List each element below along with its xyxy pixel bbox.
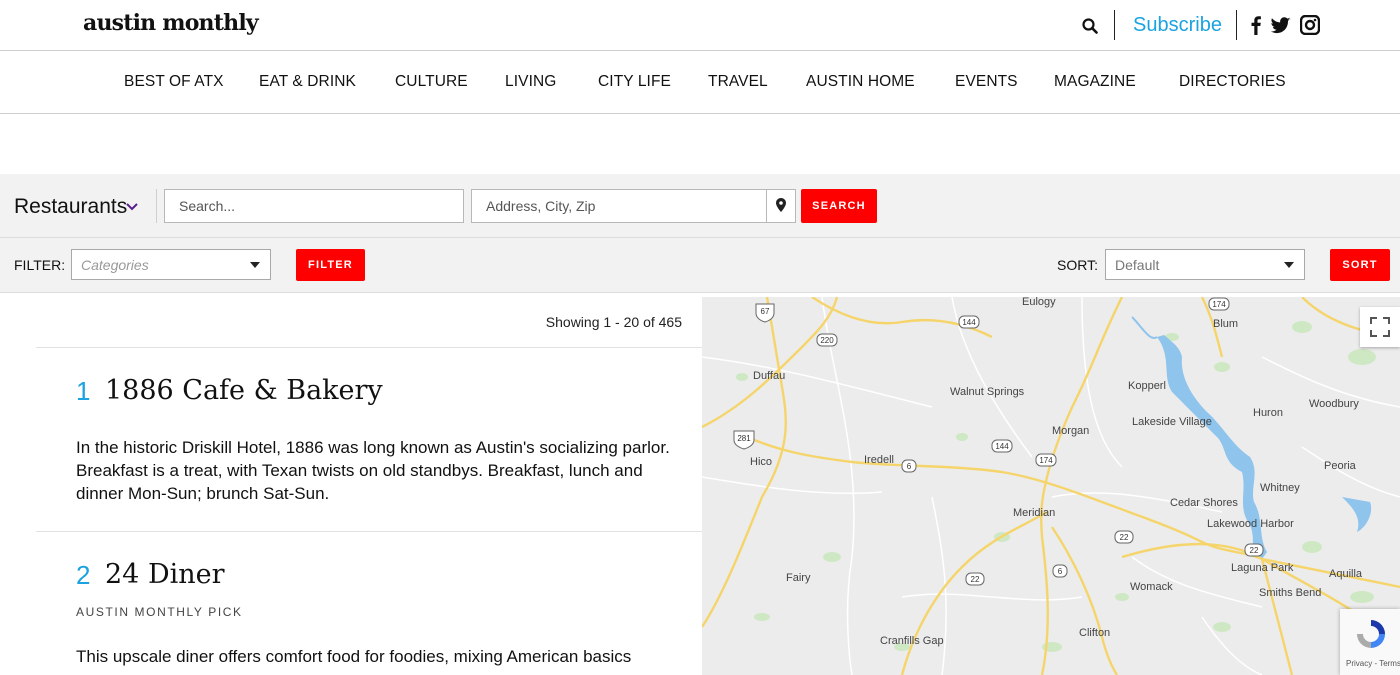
divider	[156, 189, 157, 223]
instagram-icon[interactable]	[1300, 15, 1320, 35]
nav-item-austin-home[interactable]: AUSTIN HOME	[806, 73, 915, 91]
nav-item-city-life[interactable]: CITY LIFE	[598, 73, 671, 91]
result-title[interactable]: 1886 Cafe & Bakery	[105, 375, 383, 406]
results-count: Showing 1 - 20 of 465	[545, 314, 682, 330]
pick-badge: AUSTIN MONTHLY PICK	[76, 605, 243, 619]
result-number: 1	[76, 376, 91, 406]
search-icon[interactable]	[1082, 18, 1098, 34]
caret-down-icon	[250, 262, 260, 268]
svg-text:Fairy: Fairy	[786, 572, 811, 584]
nav-item-best-of-atx[interactable]: BEST OF ATX	[124, 73, 224, 91]
site-logo[interactable]: austin monthly	[83, 10, 259, 36]
svg-text:22: 22	[1250, 546, 1259, 555]
search-button[interactable]: SEARCH	[801, 189, 877, 223]
svg-text:Cedar Shores: Cedar Shores	[1170, 497, 1238, 509]
map-canvas[interactable]: 67 220 144 174 281 144 174 6 22 6 22 22 …	[702, 297, 1400, 675]
nav-item-events[interactable]: EVENTS	[955, 73, 1018, 91]
svg-text:Clifton: Clifton	[1079, 627, 1110, 639]
sort-select[interactable]: Default	[1105, 249, 1305, 280]
nav-item-culture[interactable]: CULTURE	[395, 73, 468, 91]
svg-text:Whitney: Whitney	[1260, 482, 1300, 494]
filter-label: FILTER:	[14, 257, 66, 273]
header-divider	[1114, 10, 1115, 40]
svg-text:Smiths Bend: Smiths Bend	[1259, 587, 1321, 599]
svg-text:144: 144	[995, 442, 1009, 451]
nav-item-eat-drink[interactable]: EAT & DRINK	[259, 73, 356, 91]
svg-text:Meridian: Meridian	[1013, 507, 1055, 519]
sort-label: SORT:	[1057, 257, 1098, 273]
keyword-search-input[interactable]	[164, 189, 464, 223]
svg-text:Aquilla: Aquilla	[1329, 568, 1363, 580]
svg-text:Duffau: Duffau	[753, 370, 785, 382]
location-button[interactable]	[766, 189, 796, 223]
svg-text:Womack: Womack	[1130, 581, 1173, 593]
twitter-icon[interactable]	[1271, 15, 1291, 35]
directory-search-bar: Restaurants SEARCH	[0, 174, 1400, 238]
svg-text:Lakeside Village: Lakeside Village	[1132, 416, 1212, 428]
svg-text:Eulogy: Eulogy	[1022, 297, 1056, 308]
main-nav: BEST OF ATX EAT & DRINK CULTURE LIVING C…	[0, 51, 1400, 114]
header-divider	[1236, 10, 1237, 40]
svg-text:Cranfills Gap: Cranfills Gap	[880, 635, 944, 647]
svg-text:Peoria: Peoria	[1324, 460, 1357, 472]
divider	[36, 347, 702, 348]
map-pin-icon	[776, 198, 786, 212]
svg-text:6: 6	[1058, 567, 1063, 576]
fullscreen-button[interactable]	[1360, 307, 1400, 347]
filter-bar: FILTER: Categories FILTER SORT: Default …	[0, 238, 1400, 293]
sort-button[interactable]: SORT	[1330, 249, 1390, 281]
svg-text:22: 22	[971, 575, 980, 584]
results-list: Showing 1 - 20 of 465 1 1886 Cafe & Bake…	[0, 297, 702, 675]
svg-text:Hico: Hico	[750, 456, 772, 468]
svg-text:220: 220	[820, 336, 834, 345]
caret-down-icon	[1284, 262, 1294, 268]
svg-text:144: 144	[962, 318, 976, 327]
svg-text:281: 281	[737, 434, 751, 443]
svg-text:Lakewood Harbor: Lakewood Harbor	[1207, 518, 1294, 530]
divider	[36, 531, 702, 532]
result-title[interactable]: 24 Diner	[105, 559, 225, 590]
svg-text:174: 174	[1039, 456, 1053, 465]
sort-select-value: Default	[1115, 257, 1160, 273]
facebook-icon[interactable]	[1246, 15, 1266, 35]
svg-text:Iredell: Iredell	[864, 454, 894, 466]
result-number: 2	[76, 560, 91, 590]
svg-text:22: 22	[1120, 533, 1129, 542]
recaptcha-badge[interactable]: Privacy - Terms	[1340, 609, 1400, 675]
svg-text:6: 6	[907, 462, 912, 471]
svg-text:67: 67	[761, 307, 770, 316]
result-description: This upscale diner offers comfort food f…	[76, 647, 632, 666]
address-input[interactable]	[471, 189, 767, 223]
categories-select-value: Categories	[81, 257, 149, 273]
filter-button[interactable]: FILTER	[296, 249, 365, 281]
svg-text:174: 174	[1212, 300, 1226, 309]
svg-text:Woodbury: Woodbury	[1309, 398, 1359, 410]
result-description: In the historic Driskill Hotel, 1886 was…	[76, 438, 670, 503]
categories-select[interactable]: Categories	[71, 249, 271, 280]
top-bar: austin monthly Subscribe	[0, 0, 1400, 51]
nav-item-travel[interactable]: TRAVEL	[708, 73, 768, 91]
svg-text:Kopperl: Kopperl	[1128, 380, 1166, 392]
svg-text:Morgan: Morgan	[1052, 425, 1089, 437]
subscribe-link[interactable]: Subscribe	[1133, 14, 1222, 37]
chevron-down-icon[interactable]	[125, 202, 139, 212]
svg-text:Walnut Springs: Walnut Springs	[950, 386, 1025, 398]
svg-text:Laguna Park: Laguna Park	[1231, 562, 1294, 574]
nav-item-magazine[interactable]: MAGAZINE	[1054, 73, 1136, 91]
recaptcha-links[interactable]: Privacy - Terms	[1346, 659, 1400, 668]
category-dropdown[interactable]: Restaurants	[14, 195, 127, 219]
svg-text:Huron: Huron	[1253, 407, 1283, 419]
nav-item-living[interactable]: LIVING	[505, 73, 556, 91]
fullscreen-icon	[1370, 317, 1390, 337]
nav-item-directories[interactable]: DIRECTORIES	[1179, 73, 1286, 91]
svg-text:Blum: Blum	[1213, 318, 1238, 330]
recaptcha-icon	[1357, 620, 1385, 648]
results-map[interactable]: 67 220 144 174 281 144 174 6 22 6 22 22 …	[702, 297, 1400, 675]
